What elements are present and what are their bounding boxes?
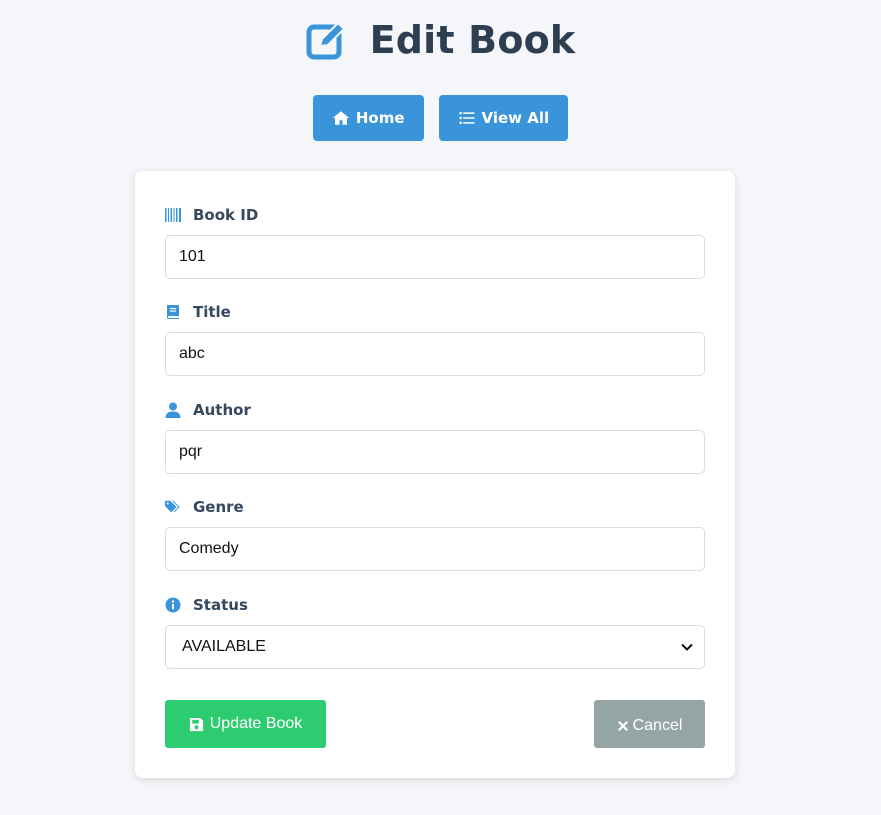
view-all-button-label: View All [481, 109, 550, 127]
info-circle-icon [165, 597, 181, 613]
status-label: Status [165, 595, 705, 615]
save-icon [189, 717, 203, 731]
genre-input[interactable]: Comedy [165, 527, 705, 571]
author-label: Author [165, 400, 705, 420]
genre-field: Genre Comedy [165, 497, 705, 571]
edit-icon [306, 19, 348, 61]
update-book-button[interactable]: Update Book [165, 700, 326, 748]
nav-bar: Home View All [0, 95, 881, 141]
book-id-field: Book ID 101 [165, 205, 705, 279]
view-all-button[interactable]: View All [438, 95, 569, 141]
cancel-label: Cancel [632, 716, 683, 734]
genre-label: Genre [165, 497, 705, 517]
book-id-label: Book ID [165, 205, 705, 225]
chevron-down-icon [681, 643, 693, 651]
title-label: Title [165, 302, 705, 322]
cancel-button[interactable]: Cancel [594, 700, 705, 748]
update-book-label: Update Book [209, 715, 303, 732]
book-id-input[interactable]: 101 [165, 235, 705, 279]
home-button-label: Home [355, 109, 405, 127]
status-field: Status AVAILABLE [165, 595, 705, 669]
status-select-value: AVAILABLE [182, 638, 266, 655]
times-icon [617, 720, 628, 731]
edit-book-form: Book ID 101 Title abc Author pqr Genre C… [135, 171, 735, 778]
book-icon [167, 305, 179, 319]
page-header: Edit Book [0, 18, 881, 62]
title-input[interactable]: abc [165, 332, 705, 376]
author-input[interactable]: pqr [165, 430, 705, 474]
home-button[interactable]: Home [312, 95, 424, 141]
barcode-icon [165, 208, 181, 222]
title-field: Title abc [165, 302, 705, 376]
author-field: Author pqr [165, 400, 705, 474]
status-select[interactable]: AVAILABLE [165, 625, 705, 669]
tags-icon [165, 500, 180, 513]
page-title: Edit Book [369, 18, 576, 62]
list-icon [459, 112, 475, 124]
home-icon [332, 111, 350, 125]
user-icon [165, 402, 181, 418]
